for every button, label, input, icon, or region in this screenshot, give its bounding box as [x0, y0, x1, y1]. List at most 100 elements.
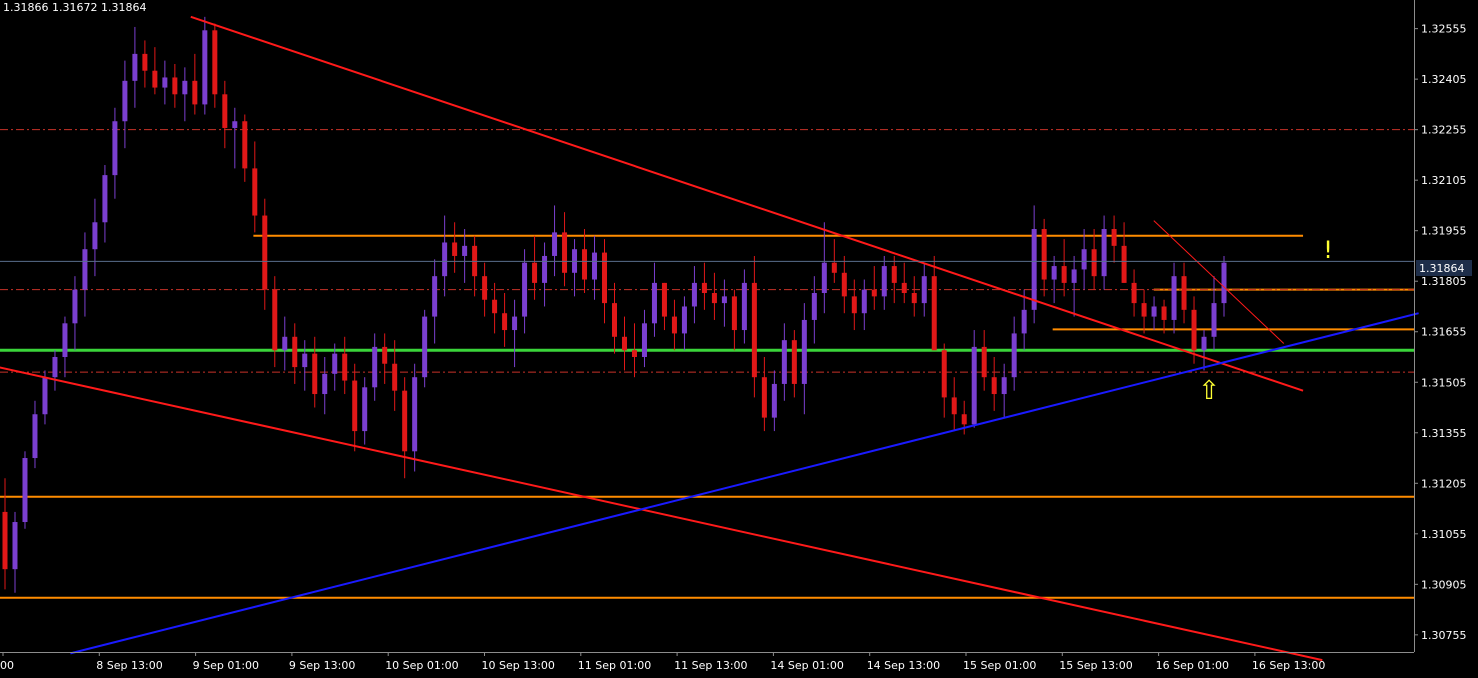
candle-body	[262, 215, 268, 290]
y-tick-label: 1.31505	[1421, 376, 1467, 389]
candle-body	[1201, 336, 1207, 351]
chart-background	[0, 0, 1478, 678]
candle-body	[1111, 229, 1117, 246]
ohlc-header: 1.31866 1.31672 1.31864	[3, 1, 146, 14]
candle-body	[661, 282, 667, 317]
candle-body	[282, 336, 288, 351]
candle-body	[761, 377, 767, 418]
candle-body	[162, 77, 168, 88]
candle-body	[921, 276, 927, 304]
candle-body	[891, 266, 897, 283]
x-tick-label: 11 Sep 13:00	[674, 659, 747, 672]
candle-body	[1001, 377, 1007, 395]
candle-body	[292, 336, 298, 368]
candle-body	[502, 313, 508, 331]
candle-body	[1041, 229, 1047, 280]
candle-body	[212, 30, 218, 95]
x-tick-label: 14 Sep 01:00	[770, 659, 843, 672]
candle-body	[242, 121, 248, 169]
candle-body	[1101, 229, 1107, 277]
candle-body	[12, 522, 18, 570]
candle-body	[552, 232, 558, 256]
y-tick-label: 1.31205	[1421, 477, 1467, 490]
candle-body	[522, 262, 528, 317]
candle-body	[771, 383, 777, 418]
candle-body	[1141, 303, 1147, 317]
x-tick-label: 16 Sep 13:00	[1252, 659, 1325, 672]
candle-body	[831, 262, 837, 273]
candle-body	[2, 511, 8, 570]
candle-body	[881, 266, 887, 297]
x-tick-label: 8 Sep 13:00	[96, 659, 162, 672]
candle-body	[422, 316, 428, 378]
candle-body	[841, 272, 847, 297]
y-tick-label: 1.30755	[1421, 629, 1467, 642]
candle-body	[1021, 309, 1027, 334]
candle-body	[741, 282, 747, 331]
y-tick-label: 1.31355	[1421, 427, 1467, 440]
candle-body	[1191, 309, 1197, 351]
candle-body	[641, 323, 647, 357]
candle-body	[781, 340, 787, 384]
candle-body	[122, 80, 128, 122]
x-tick-label: 15 Sep 01:00	[963, 659, 1036, 672]
price-chart[interactable]: 1.32555 1.32405 1.32255 1.32105 1.31955 1.318…	[0, 0, 1478, 678]
y-tick-label: 1.31955	[1421, 225, 1467, 238]
candle-body	[801, 319, 807, 384]
candle-body	[392, 363, 398, 391]
y-tick-label: 1.30905	[1421, 578, 1467, 591]
y-tick-label: 1.31055	[1421, 528, 1467, 541]
candle-body	[1171, 276, 1177, 320]
candle-body	[22, 458, 28, 523]
candle-body	[861, 289, 867, 314]
candle-body	[452, 242, 458, 256]
y-tick-label: 1.32405	[1421, 73, 1467, 86]
candle-body	[941, 350, 947, 398]
candle-body	[1181, 276, 1187, 310]
candle-body	[562, 232, 568, 273]
x-tick-label: 10 Sep 13:00	[482, 659, 555, 672]
candle-body	[322, 373, 328, 395]
candle-body	[412, 377, 418, 452]
candle-body	[1211, 303, 1217, 337]
candle-body	[711, 293, 717, 304]
candle-body	[751, 282, 757, 378]
candle-body	[72, 289, 78, 324]
y-tick-label: 1.31805	[1421, 275, 1467, 288]
candle-body	[701, 282, 707, 294]
x-tick-label: 11 Sep 01:00	[578, 659, 651, 672]
candle-body	[232, 121, 238, 128]
exclamation-annotation: !	[1323, 236, 1333, 264]
y-tick-label: 1.32555	[1421, 23, 1467, 36]
candle-body	[1011, 333, 1017, 378]
candle-body	[112, 121, 118, 176]
candle-body	[32, 414, 38, 459]
y-tick-label: 1.32105	[1421, 174, 1467, 187]
candle-body	[82, 249, 88, 290]
x-tick-label: 14 Sep 13:00	[867, 659, 940, 672]
candle-body	[621, 336, 627, 351]
candle-body	[372, 346, 378, 388]
candle-body	[92, 222, 98, 250]
candle-body	[871, 289, 877, 297]
candle-body	[991, 377, 997, 395]
candle-body	[342, 353, 348, 381]
candle-body	[691, 282, 697, 307]
candle-body	[1121, 245, 1127, 283]
candle-body	[602, 252, 608, 304]
candle-body	[1151, 306, 1157, 317]
candle-body	[52, 356, 58, 378]
candle-body	[582, 249, 588, 280]
candle-body	[651, 282, 657, 324]
candle-body	[482, 276, 488, 300]
candle-body	[442, 242, 448, 277]
y-tick-label: 1.32255	[1421, 124, 1467, 137]
candle-body	[592, 252, 598, 280]
candle-body	[791, 340, 797, 384]
candle-body	[1091, 249, 1097, 277]
candle-body	[142, 53, 148, 71]
candle-body	[911, 293, 917, 304]
candle-body	[721, 296, 727, 304]
candle-body	[631, 350, 637, 357]
current-price-label: 1.31864	[1419, 262, 1465, 275]
